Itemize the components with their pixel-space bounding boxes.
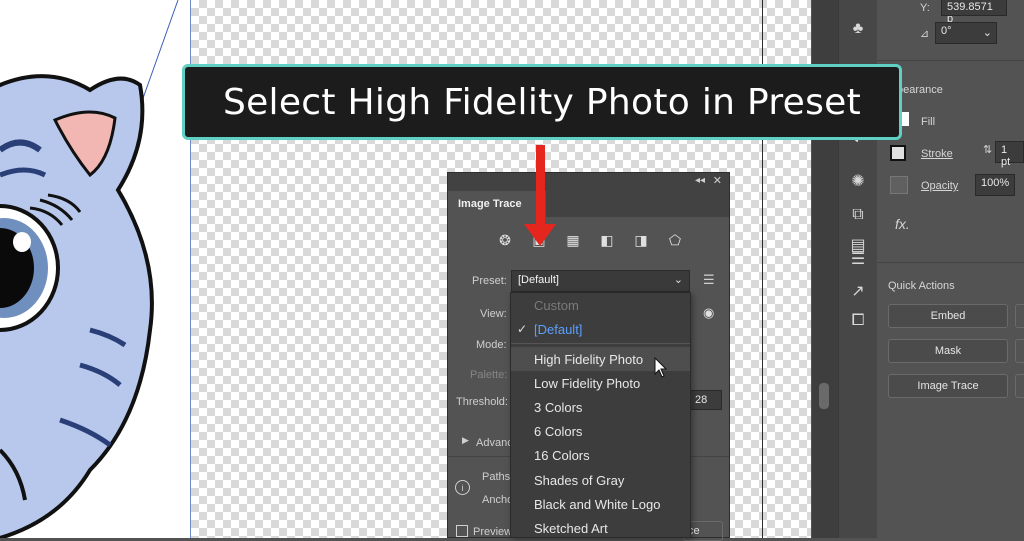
rotation-value: 0° — [941, 25, 952, 37]
close-icon[interactable]: ✕ — [713, 174, 722, 187]
preset-option-3-colors[interactable]: 3 Colors — [511, 395, 690, 419]
stroke-weight-field[interactable]: 1 pt — [995, 141, 1024, 168]
artboards-icon[interactable]: ⧠ — [847, 310, 869, 332]
rotation-field[interactable]: 0° ⌄ — [935, 22, 997, 44]
threshold-value: 28 — [695, 394, 708, 406]
image-trace-button[interactable]: Image Trace — [888, 374, 1008, 398]
preset-option-default[interactable]: ✓ [Default] — [511, 317, 690, 341]
preset-select-value: [Default] — [518, 274, 559, 286]
rotate-icon: ⊿ — [920, 28, 930, 40]
palette-label: Palette: — [470, 369, 508, 381]
transform-icon[interactable]: ⧉ — [847, 204, 869, 226]
preview-checkbox[interactable] — [456, 525, 468, 537]
callout-arrowhead-icon — [524, 224, 556, 246]
collapse-icon[interactable]: ◂◂ — [695, 175, 705, 186]
preset-option-6-colors[interactable]: 6 Colors — [511, 419, 690, 443]
export-icon[interactable]: ↗ — [847, 280, 869, 302]
mode-label: Mode: — [476, 339, 507, 351]
tab-image-trace[interactable]: Image Trace — [448, 191, 546, 217]
eye-icon[interactable]: ◉ — [703, 305, 714, 321]
auto-color-icon[interactable]: ❂ — [496, 231, 514, 249]
preset-option-black-white-logo[interactable]: Black and White Logo — [511, 492, 690, 516]
callout-text: Select High Fidelity Photo in Preset — [222, 81, 862, 123]
opacity-swatch[interactable] — [890, 176, 908, 194]
crop-button-stub[interactable] — [1015, 304, 1024, 328]
preset-dropdown-list: Custom ✓ [Default] High Fidelity Photo L… — [510, 292, 691, 538]
mask-button[interactable]: Mask — [888, 339, 1008, 363]
mask-extra-button-stub[interactable] — [1015, 339, 1024, 363]
effects-fx-icon[interactable]: fx. — [895, 216, 910, 232]
brushes-icon[interactable]: ✺ — [847, 170, 869, 192]
advanced-expand-icon[interactable]: ▶ — [462, 435, 469, 446]
preset-label: Preset: — [472, 275, 507, 287]
scrollbar-thumb[interactable] — [819, 383, 829, 409]
layers-icon[interactable]: ☰ — [847, 248, 869, 270]
embed-button[interactable]: Embed — [888, 304, 1008, 328]
threshold-field[interactable]: 28 — [690, 390, 722, 410]
chevron-down-icon: ⌄ — [673, 274, 683, 286]
trace-extra-button-stub[interactable] — [1015, 374, 1024, 398]
paths-label: Paths — [482, 471, 511, 483]
preview-label: Preview — [473, 526, 513, 538]
anchors-label: Ancho — [482, 494, 514, 506]
symbols-icon[interactable]: ♣ — [847, 18, 869, 40]
y-label: Y: — [920, 2, 930, 14]
kitten-illustration — [0, 0, 179, 538]
opacity-label[interactable]: Opacity — [921, 180, 958, 192]
advanced-label[interactable]: Advanc — [476, 437, 513, 449]
preset-option-16-colors[interactable]: 16 Colors — [511, 443, 690, 467]
checkmark-icon: ✓ — [517, 322, 528, 336]
callout-arrow-icon — [536, 145, 545, 228]
mouse-cursor-icon — [654, 357, 668, 378]
preset-menu-icon[interactable]: ☰ — [703, 272, 715, 288]
chevron-down-icon: ⌄ — [982, 27, 992, 39]
view-label: View: — [480, 308, 507, 320]
threshold-label: Threshold: — [456, 396, 508, 408]
low-color-icon[interactable]: ▦ — [564, 231, 582, 249]
preset-select[interactable]: [Default] ⌄ — [511, 270, 690, 292]
panel-title-bar[interactable]: ◂◂ ✕ — [448, 173, 729, 191]
preset-option-custom: Custom — [534, 297, 579, 313]
outline-icon[interactable]: ⬠ — [666, 231, 684, 249]
black-white-icon[interactable]: ◨ — [632, 231, 650, 249]
preset-option-sketched-art[interactable]: Sketched Art — [511, 516, 690, 540]
artboard — [0, 0, 190, 538]
tutorial-callout: Select High Fidelity Photo in Preset — [182, 64, 902, 140]
appearance-title: pearance — [897, 84, 943, 96]
info-icon: i — [455, 480, 470, 495]
quick-actions-title: Quick Actions — [888, 280, 955, 292]
opacity-field[interactable]: 100% — [975, 174, 1015, 196]
grayscale-icon[interactable]: ◧ — [598, 231, 616, 249]
y-value-field[interactable]: 539.8571 p — [941, 0, 1007, 25]
stroke-label[interactable]: Stroke — [921, 148, 953, 160]
preset-option-shades-of-gray[interactable]: Shades of Gray — [511, 468, 690, 492]
stroke-stepper-icon[interactable]: ⇅ — [983, 143, 992, 156]
fill-label: Fill — [921, 116, 936, 128]
stroke-swatch[interactable] — [890, 145, 906, 161]
